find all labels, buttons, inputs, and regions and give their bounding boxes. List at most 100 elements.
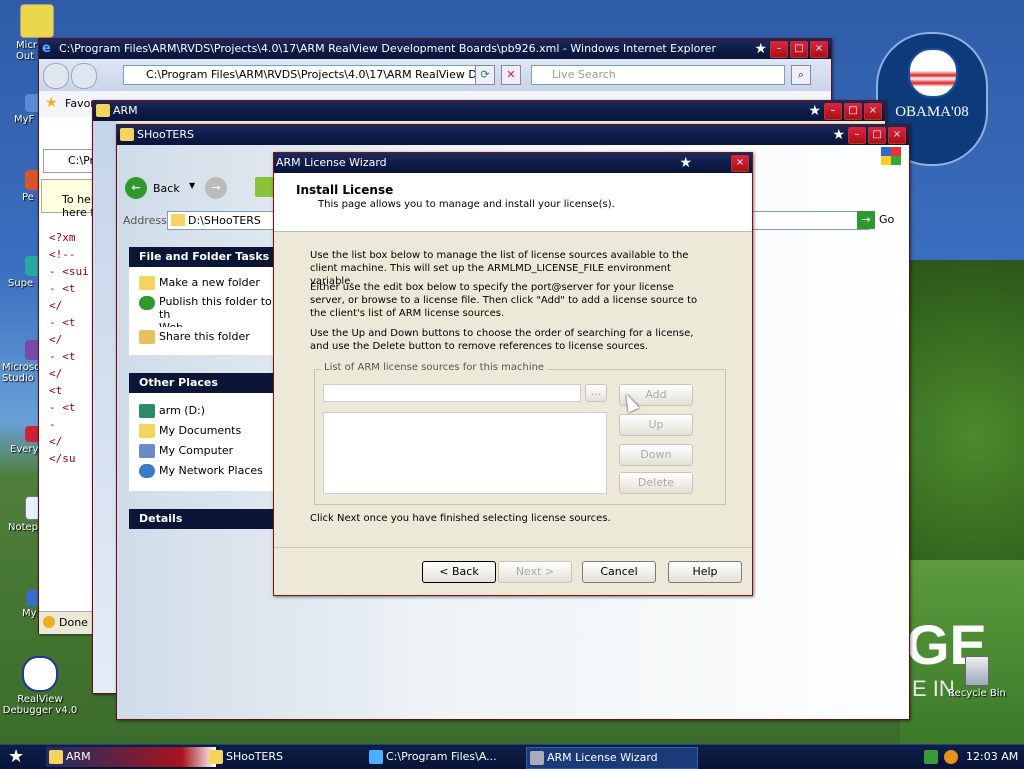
ie-status-text: Done xyxy=(59,616,88,629)
wizard-para-2: Either use the edit box below to specify… xyxy=(310,282,698,319)
address-label: Address xyxy=(123,214,167,227)
ie-address-field[interactable]: C:\Program Files\ARM\RVDS\Projects\4.0\1… xyxy=(123,65,491,85)
go-arrow-icon: → xyxy=(857,211,875,229)
star-icon: ★ xyxy=(679,155,692,171)
recycle-bin-icon xyxy=(965,656,989,686)
arm-titlebar[interactable]: ARM ★ – □ × xyxy=(93,101,885,121)
outlook-icon xyxy=(20,4,54,38)
refresh-icon[interactable]: ⟳ xyxy=(475,65,495,85)
back-button[interactable]: ← Back ▼ xyxy=(125,177,195,201)
maximize-button[interactable]: □ xyxy=(844,103,862,120)
network-places-icon xyxy=(139,464,155,478)
minimize-button[interactable]: – xyxy=(824,103,842,120)
wizard-para-3: Use the Up and Down buttons to choose th… xyxy=(310,328,694,352)
close-button[interactable]: × xyxy=(810,41,828,58)
license-sources-group: List of ARM license sources for this mac… xyxy=(314,362,726,505)
group-label: List of ARM license sources for this mac… xyxy=(321,362,548,373)
up-button[interactable]: Up xyxy=(619,414,693,436)
my-computer-icon xyxy=(139,444,155,458)
taskbar: ★ ARM SHooTERS C:\Program Files\A... ARM… xyxy=(0,744,1024,769)
folder-icon xyxy=(96,104,110,117)
ie-search-input[interactable]: Live Search xyxy=(531,65,785,85)
maximize-button[interactable]: □ xyxy=(790,41,808,58)
favorites-star-icon[interactable]: ★ xyxy=(45,95,58,111)
status-icon xyxy=(43,616,55,628)
folder-icon xyxy=(120,128,134,141)
cancel-button[interactable]: Cancel xyxy=(582,561,656,583)
wizard-icon xyxy=(530,751,544,765)
desktop-icon-recycle-bin[interactable]: Recycle Bin xyxy=(940,656,1014,699)
minimize-button[interactable]: – xyxy=(848,127,866,144)
realview-debugger-icon xyxy=(22,656,58,692)
task-publish-folder[interactable]: Publish this folder to th Web xyxy=(129,293,273,327)
tray-network-icon[interactable] xyxy=(924,750,938,764)
chevron-down-icon: ▼ xyxy=(189,181,196,190)
up-folder-icon[interactable] xyxy=(255,177,275,197)
drive-icon xyxy=(139,404,155,418)
details-header[interactable]: Details xyxy=(129,509,273,529)
search-icon[interactable]: ⌕ xyxy=(791,65,811,85)
next-button[interactable]: Next > xyxy=(498,561,572,583)
stop-icon[interactable]: ✕ xyxy=(501,65,521,85)
down-button[interactable]: Down xyxy=(619,444,693,466)
back-button[interactable]: < Back xyxy=(422,561,496,583)
ie-nav-bar: C:\Program Files\ARM\RVDS\Projects\4.0\1… xyxy=(39,59,831,91)
star-icon: ★ xyxy=(832,127,845,143)
close-button[interactable]: × xyxy=(888,127,906,144)
back-icon[interactable] xyxy=(43,63,69,89)
tray-search-icon[interactable] xyxy=(944,750,958,764)
new-folder-icon xyxy=(139,276,155,290)
task-share-folder[interactable]: Share this folder xyxy=(129,327,273,347)
task-arm[interactable]: ARM xyxy=(46,747,216,767)
start-star-icon[interactable]: ★ xyxy=(8,745,24,769)
place-my-network-places[interactable]: My Network Places xyxy=(129,461,273,481)
task-license-wizard[interactable]: ARM License Wizard xyxy=(526,747,698,769)
forward-icon[interactable] xyxy=(71,63,97,89)
wizard-heading: Install License xyxy=(296,183,394,197)
folder-icon xyxy=(49,750,63,764)
folder-icon xyxy=(209,750,223,764)
windows-logo-icon xyxy=(881,147,901,165)
wizard-titlebar[interactable]: ARM License Wizard ★ × xyxy=(274,153,752,173)
task-shooters[interactable]: SHooTERS xyxy=(206,747,376,767)
task-ie[interactable]: C:\Program Files\A... xyxy=(366,747,536,767)
wizard-footer-note: Click Next once you have finished select… xyxy=(310,513,611,524)
arm-title: ARM xyxy=(113,104,138,117)
ie-titlebar[interactable]: e C:\Program Files\ARM\RVDS\Projects\4.0… xyxy=(39,39,831,59)
other-places-header[interactable]: Other Places xyxy=(129,373,273,393)
my-documents-icon xyxy=(139,424,155,438)
favorites-label[interactable]: Favor xyxy=(65,97,95,110)
ie-icon: e xyxy=(42,41,51,56)
minimize-button[interactable]: – xyxy=(770,41,788,58)
ie-title: C:\Program Files\ARM\RVDS\Projects\4.0\1… xyxy=(59,42,716,55)
browse-button[interactable]: ... xyxy=(585,384,607,402)
place-my-computer[interactable]: My Computer xyxy=(129,441,273,461)
file-folder-tasks-header[interactable]: File and Folder Tasks xyxy=(129,247,273,267)
wizard-separator xyxy=(274,547,752,548)
place-my-documents[interactable]: My Documents xyxy=(129,421,273,441)
ie-icon xyxy=(369,750,383,764)
shooters-titlebar[interactable]: SHooTERS ★ – □ × xyxy=(117,125,909,145)
wizard-header: Install License This page allows you to … xyxy=(274,173,752,232)
publish-web-icon xyxy=(139,296,155,310)
help-button[interactable]: Help xyxy=(668,561,742,583)
desktop-icon-realview-debugger[interactable]: RealView Debugger v4.0 xyxy=(2,656,78,716)
shooters-title: SHooTERS xyxy=(137,128,195,141)
task-make-new-folder[interactable]: Make a new folder xyxy=(129,273,273,293)
star-icon: ★ xyxy=(754,41,767,57)
delete-button[interactable]: Delete xyxy=(619,472,693,494)
license-wizard-dialog[interactable]: ARM License Wizard ★ × Install License T… xyxy=(273,152,753,596)
obama-logo-text: OBAMA'08 xyxy=(895,104,969,120)
maximize-button[interactable]: □ xyxy=(868,127,886,144)
close-button[interactable]: × xyxy=(731,155,749,172)
go-button[interactable]: → Go xyxy=(857,211,901,229)
obama-logo-circle xyxy=(908,48,958,98)
close-button[interactable]: × xyxy=(864,103,882,120)
license-sources-list[interactable] xyxy=(323,412,607,494)
share-icon xyxy=(139,330,155,344)
place-arm-drive[interactable]: arm (D:) xyxy=(129,401,273,421)
other-places-panel: arm (D:) My Documents My Computer My Net… xyxy=(129,393,273,491)
file-folder-tasks-panel: Make a new folder Publish this folder to… xyxy=(129,267,273,355)
forward-icon[interactable]: → xyxy=(205,177,227,199)
license-source-input[interactable] xyxy=(323,384,581,402)
